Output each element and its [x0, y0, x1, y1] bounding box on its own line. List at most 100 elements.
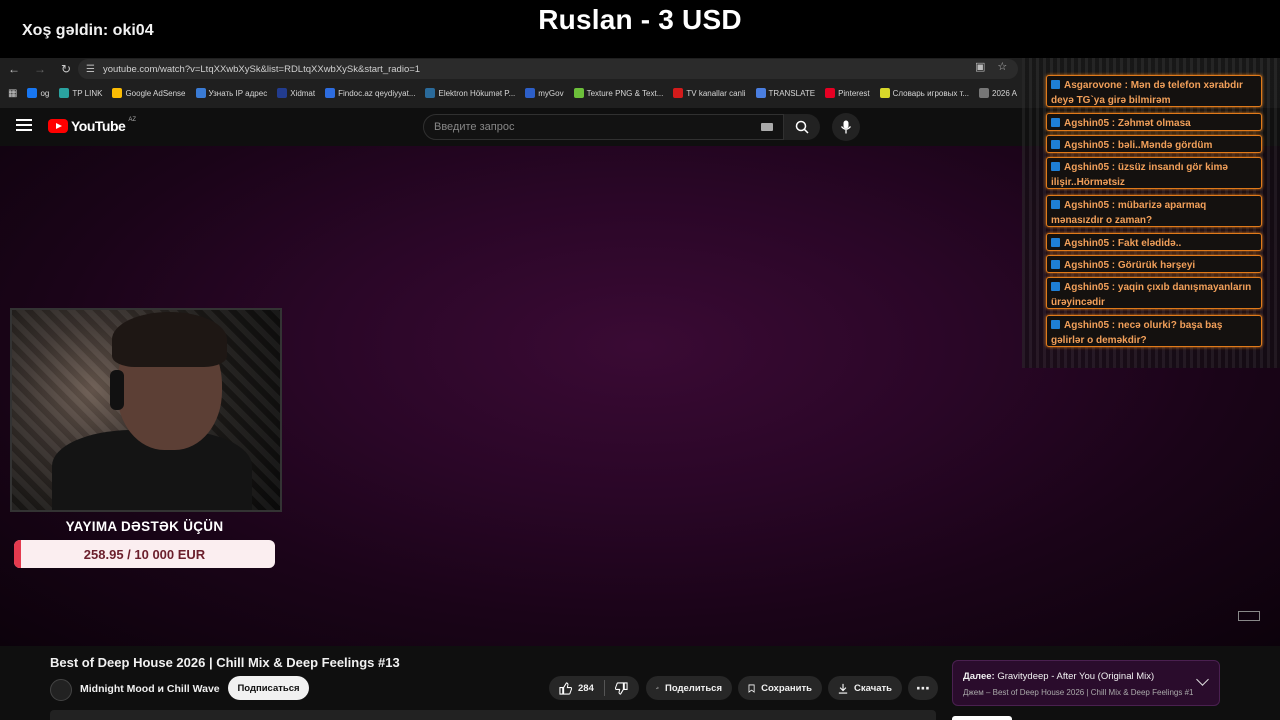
up-next-panel[interactable]: Далее: Gravitydeep - After You (Original…: [952, 660, 1220, 706]
subscribe-button[interactable]: Подписаться: [228, 676, 309, 700]
share-button[interactable]: Поделиться: [646, 676, 732, 700]
dislike-icon[interactable]: [614, 681, 628, 695]
bookmark-icon: [748, 684, 755, 693]
url-actions: ▣ ☆: [975, 60, 1007, 73]
apps-grid-icon[interactable]: ▦: [8, 88, 17, 99]
stream-top-bar: Xoş gəldin: oki04 Ruslan - 3 USD: [0, 0, 1280, 58]
webcam-person-hair: [112, 312, 227, 367]
site-info-icon[interactable]: ☰: [86, 64, 95, 75]
bookmark-item[interactable]: Xidmat: [277, 88, 315, 98]
platform-icon: [1051, 200, 1060, 209]
chat-separator: :: [1109, 320, 1118, 331]
chat-message: Agshin05 : Fakt elədidə..: [1046, 233, 1262, 251]
bookmark-favicon-icon: [825, 88, 836, 98]
webcam-feed: [10, 308, 282, 512]
chat-message: Asgarovone : Mən də telefon xərabdır dey…: [1046, 75, 1262, 107]
bookmark-item[interactable]: Findoc.az qeydiyyat...: [325, 88, 415, 98]
bookmark-label: Узнать IP адрес: [208, 88, 268, 98]
bookmark-item[interactable]: Узнать IP адрес: [195, 88, 268, 98]
voice-search-button[interactable]: [832, 113, 860, 141]
description-box[interactable]: [50, 710, 936, 720]
up-next-label: Далее:: [963, 671, 995, 682]
youtube-logo[interactable]: YouTube AZ: [48, 117, 136, 134]
region-code: AZ: [128, 117, 136, 123]
platform-icon: [1051, 238, 1060, 247]
bookmark-item[interactable]: myGov: [525, 88, 564, 98]
bookmark-favicon-icon: [879, 88, 890, 98]
filter-chip[interactable]: [952, 716, 1012, 720]
bookmark-item[interactable]: TRANSLATE: [755, 88, 816, 98]
youtube-wordmark: YouTube: [71, 118, 126, 134]
bookmark-favicon-icon: [325, 88, 336, 98]
like-dislike-group: 284: [549, 676, 639, 700]
chat-message: Agshin05 : Zəhmət olmasa: [1046, 113, 1262, 131]
up-next-track: Gravitydeep - After You (Original Mix): [997, 671, 1155, 682]
search-box: [423, 114, 784, 140]
chat-username: Agshin05: [1064, 238, 1110, 249]
donation-goal-text: 258.95 / 10 000 EUR: [83, 546, 206, 562]
bookmark-favicon-icon: [59, 88, 70, 98]
donation-goal-bar: 258.95 / 10 000 EUR: [14, 540, 275, 568]
bookmark-favicon-icon: [525, 88, 536, 98]
channel-name[interactable]: Midnight Mood и Chill Wave: [80, 683, 220, 695]
platform-icon: [1051, 118, 1060, 127]
back-icon[interactable]: ←: [2, 58, 26, 80]
chevron-down-icon[interactable]: [1196, 673, 1209, 686]
reload-icon[interactable]: ↻: [54, 58, 78, 80]
search-button[interactable]: [784, 114, 820, 140]
platform-icon: [1051, 80, 1060, 89]
hamburger-menu-icon[interactable]: [16, 117, 32, 133]
download-button[interactable]: Скачать: [828, 676, 902, 700]
bookmark-item[interactable]: TV kanallar canli: [673, 88, 746, 98]
bookmark-item[interactable]: Google AdSense: [112, 88, 186, 98]
bookmark-label: myGov: [538, 88, 564, 98]
bookmark-label: TRANSLATE: [768, 88, 816, 98]
bookmark-label: Elektron Hökumət P...: [438, 88, 516, 98]
platform-icon: [1051, 162, 1060, 171]
donation-headline: Ruslan - 3 USD: [538, 4, 742, 35]
share-label: Поделиться: [664, 682, 722, 694]
search-icon: [795, 120, 809, 134]
chat-username: Asgarovone: [1064, 80, 1122, 91]
chat-message: Agshin05 : mübarizə aparmaq mənasızdır o…: [1046, 195, 1262, 227]
bookmark-favicon-icon: [195, 88, 206, 98]
keyboard-icon[interactable]: [761, 123, 773, 131]
bookmark-item[interactable]: TP LINK: [59, 88, 102, 98]
chat-message: Agshin05 : üzsüz insandı gör kimə ilişir…: [1046, 157, 1262, 189]
url-bar[interactable]: ☰ youtube.com/watch?v=LtqXXwbXySk&list=R…: [78, 59, 1018, 79]
bookmark-item[interactable]: Словарь игровых т...: [879, 88, 970, 98]
bookmark-item[interactable]: Texture PNG & Text...: [573, 88, 663, 98]
webcam-headset: [110, 370, 124, 410]
bookmark-label: TV kanallar canli: [686, 88, 746, 98]
chat-username: Agshin05: [1064, 118, 1110, 129]
channel-avatar[interactable]: [50, 679, 72, 701]
bookmark-item[interactable]: og: [27, 88, 49, 98]
search-input[interactable]: [434, 121, 734, 133]
chat-username: Agshin05: [1064, 320, 1110, 331]
bookmark-label: Словарь игровых т...: [892, 88, 970, 98]
platform-icon: [1051, 320, 1060, 329]
chat-separator: :: [1109, 282, 1118, 293]
save-button[interactable]: Сохранить: [738, 676, 822, 700]
chat-message: Agshin05 : necə olurki? başa baş gəlirlə…: [1046, 315, 1262, 347]
more-dots-icon: ⋯: [916, 680, 930, 696]
install-icon[interactable]: ▣: [975, 60, 985, 73]
bookmark-favicon-icon: [573, 88, 584, 98]
bookmark-label: 2026 A: [992, 88, 1017, 98]
bookmark-label: Findoc.az qeydiyyat...: [338, 88, 416, 98]
bookmark-star-icon[interactable]: ☆: [997, 60, 1007, 73]
chat-separator: :: [1121, 80, 1131, 91]
bookmark-item[interactable]: Elektron Hökumət P...: [425, 88, 515, 98]
like-icon[interactable]: [559, 681, 572, 695]
more-actions-button[interactable]: ⋯: [908, 676, 938, 700]
chat-username: Agshin05: [1064, 200, 1110, 211]
like-count[interactable]: 284: [578, 683, 594, 694]
bookmark-item[interactable]: Pinterest: [825, 88, 870, 98]
chat-username: Agshin05: [1064, 282, 1110, 293]
forward-icon[interactable]: →: [28, 58, 52, 80]
bookmark-item[interactable]: 2026 A: [979, 88, 1017, 98]
chat-username: Agshin05: [1064, 162, 1110, 173]
bookmark-favicon-icon: [112, 88, 123, 98]
video-info: Best of Deep House 2026 | Chill Mix & De…: [0, 646, 1280, 720]
support-title: YAYIMA DƏSTƏK ÜÇÜN: [65, 519, 224, 534]
